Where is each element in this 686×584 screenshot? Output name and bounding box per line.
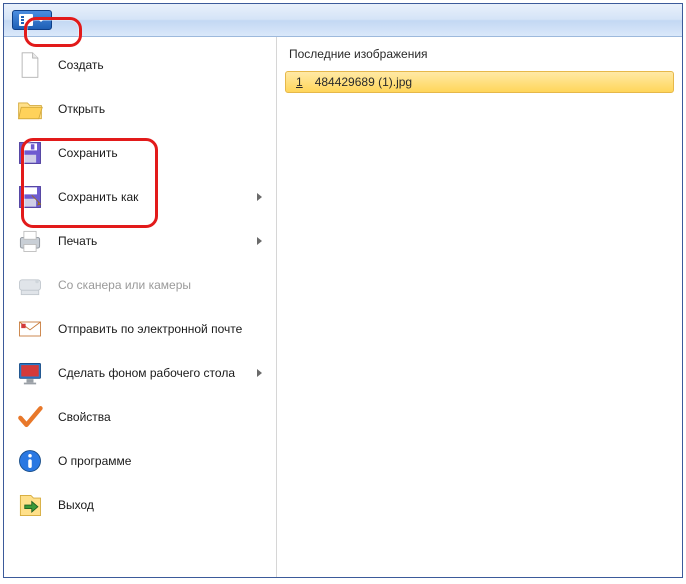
recent-header: Последние изображения xyxy=(285,47,674,71)
menu-label: Выход xyxy=(58,498,266,512)
save-as-icon xyxy=(14,181,46,213)
chevron-down-icon xyxy=(37,18,45,22)
envelope-icon xyxy=(14,313,46,345)
menu-label: О программе xyxy=(58,454,266,468)
menu-properties[interactable]: Свойства xyxy=(8,395,272,439)
new-file-icon xyxy=(14,49,46,81)
recent-item[interactable]: 1 484429689 (1).jpg xyxy=(285,71,674,93)
chevron-right-icon xyxy=(257,237,262,245)
chevron-right-icon xyxy=(257,193,262,201)
menu-new[interactable]: Создать xyxy=(8,43,272,87)
menu-label: Свойства xyxy=(58,410,266,424)
menu-send-email[interactable]: Отправить по электронной почте xyxy=(8,307,272,351)
recent-panel: Последние изображения 1 484429689 (1).jp… xyxy=(276,37,682,577)
chevron-right-icon xyxy=(257,369,262,377)
scanner-icon xyxy=(14,269,46,301)
menu-label: Сохранить xyxy=(58,146,266,160)
menu-label: Создать xyxy=(58,58,266,72)
titlebar xyxy=(4,4,682,37)
menu-set-wallpaper[interactable]: Сделать фоном рабочего стола xyxy=(8,351,272,395)
recent-item-filename: 484429689 (1).jpg xyxy=(315,75,412,89)
menu-label: Со сканера или камеры xyxy=(58,278,266,292)
checkmark-icon xyxy=(14,401,46,433)
file-menu-window: Создать Открыть Сохранить Сохранить как xyxy=(3,3,683,578)
menu-label: Сделать фоном рабочего стола xyxy=(58,366,245,380)
menu-save-as[interactable]: Сохранить как xyxy=(8,175,272,219)
menu-exit[interactable]: Выход xyxy=(8,483,272,527)
exit-icon xyxy=(14,489,46,521)
info-icon xyxy=(14,445,46,477)
printer-icon xyxy=(14,225,46,257)
app-menu-button[interactable] xyxy=(12,10,52,30)
menu-label: Отправить по электронной почте xyxy=(58,322,266,336)
menu-about[interactable]: О программе xyxy=(8,439,272,483)
menu-save[interactable]: Сохранить xyxy=(8,131,272,175)
menu-content: Создать Открыть Сохранить Сохранить как xyxy=(4,37,682,577)
menu-label: Печать xyxy=(58,234,245,248)
desktop-icon xyxy=(14,357,46,389)
menu-label: Сохранить как xyxy=(58,190,245,204)
app-menu-icon xyxy=(19,14,33,26)
menu-left-column: Создать Открыть Сохранить Сохранить как xyxy=(4,37,276,577)
menu-print[interactable]: Печать xyxy=(8,219,272,263)
save-icon xyxy=(14,137,46,169)
recent-item-number: 1 xyxy=(296,75,303,89)
menu-scanner: Со сканера или камеры xyxy=(8,263,272,307)
menu-label: Открыть xyxy=(58,102,266,116)
menu-open[interactable]: Открыть xyxy=(8,87,272,131)
folder-open-icon xyxy=(14,93,46,125)
